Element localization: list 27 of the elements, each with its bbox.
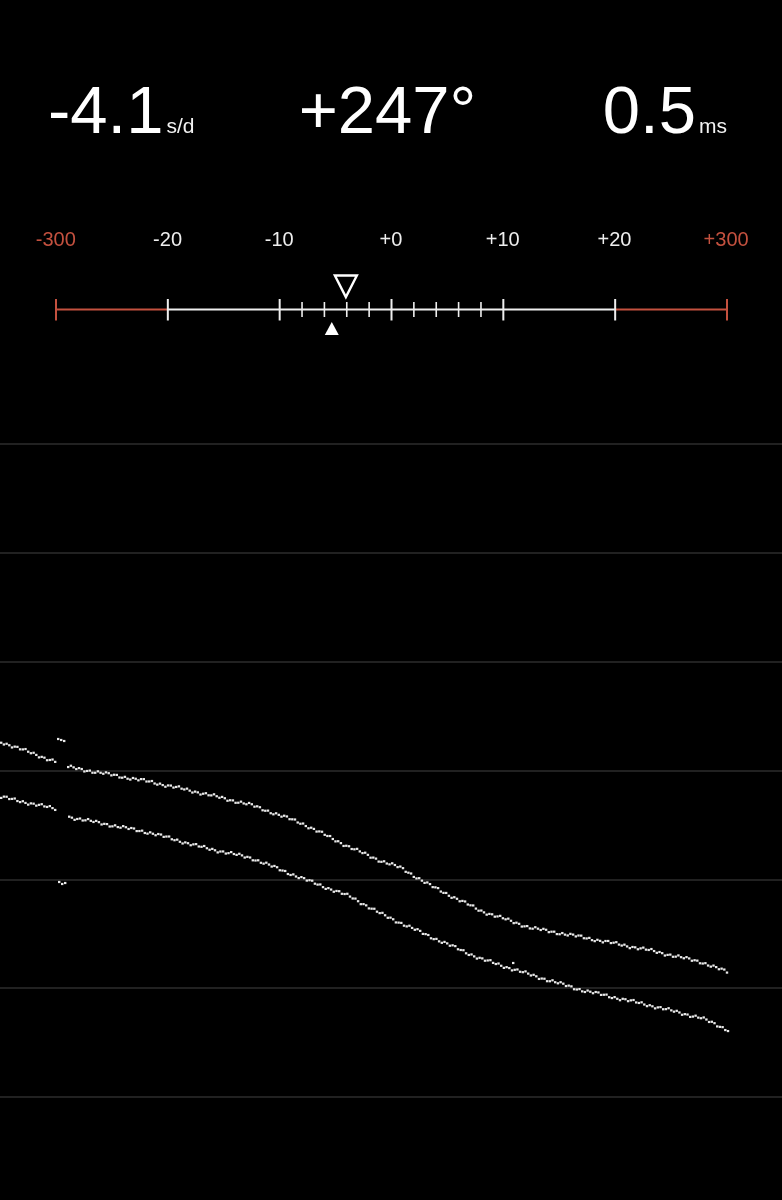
scale-label: -300 bbox=[35, 228, 76, 251]
minor-scale-tick bbox=[480, 302, 482, 317]
reading-value: -4.1 bbox=[48, 76, 164, 143]
scale-tick bbox=[166, 299, 169, 321]
reading-value: 0.5 bbox=[602, 76, 696, 143]
minor-scale-tick bbox=[435, 302, 438, 317]
scale-label: +10 bbox=[485, 228, 520, 251]
scale-tick bbox=[726, 299, 728, 321]
scale-label: +20 bbox=[597, 228, 632, 251]
reading-unit: s/d bbox=[166, 115, 195, 136]
scale-label: -20 bbox=[153, 228, 182, 251]
scale-tick bbox=[55, 299, 57, 321]
reading-unit: ms bbox=[699, 115, 727, 136]
minor-scale-tick bbox=[368, 302, 370, 317]
reading-value: +247° bbox=[298, 76, 477, 143]
minor-scale-tick bbox=[345, 302, 348, 317]
minor-scale-tick bbox=[413, 302, 415, 317]
scale-tick bbox=[502, 299, 505, 321]
scale-tick bbox=[390, 299, 393, 321]
minor-scale-tick bbox=[457, 302, 460, 317]
minor-scale-tick bbox=[323, 302, 326, 317]
scale-label: -10 bbox=[264, 228, 294, 251]
scale-label: +300 bbox=[703, 228, 749, 251]
scale-tick bbox=[614, 299, 617, 321]
scale-label: +0 bbox=[379, 228, 403, 251]
scale-tick bbox=[278, 299, 281, 321]
minor-scale-tick bbox=[301, 302, 303, 317]
